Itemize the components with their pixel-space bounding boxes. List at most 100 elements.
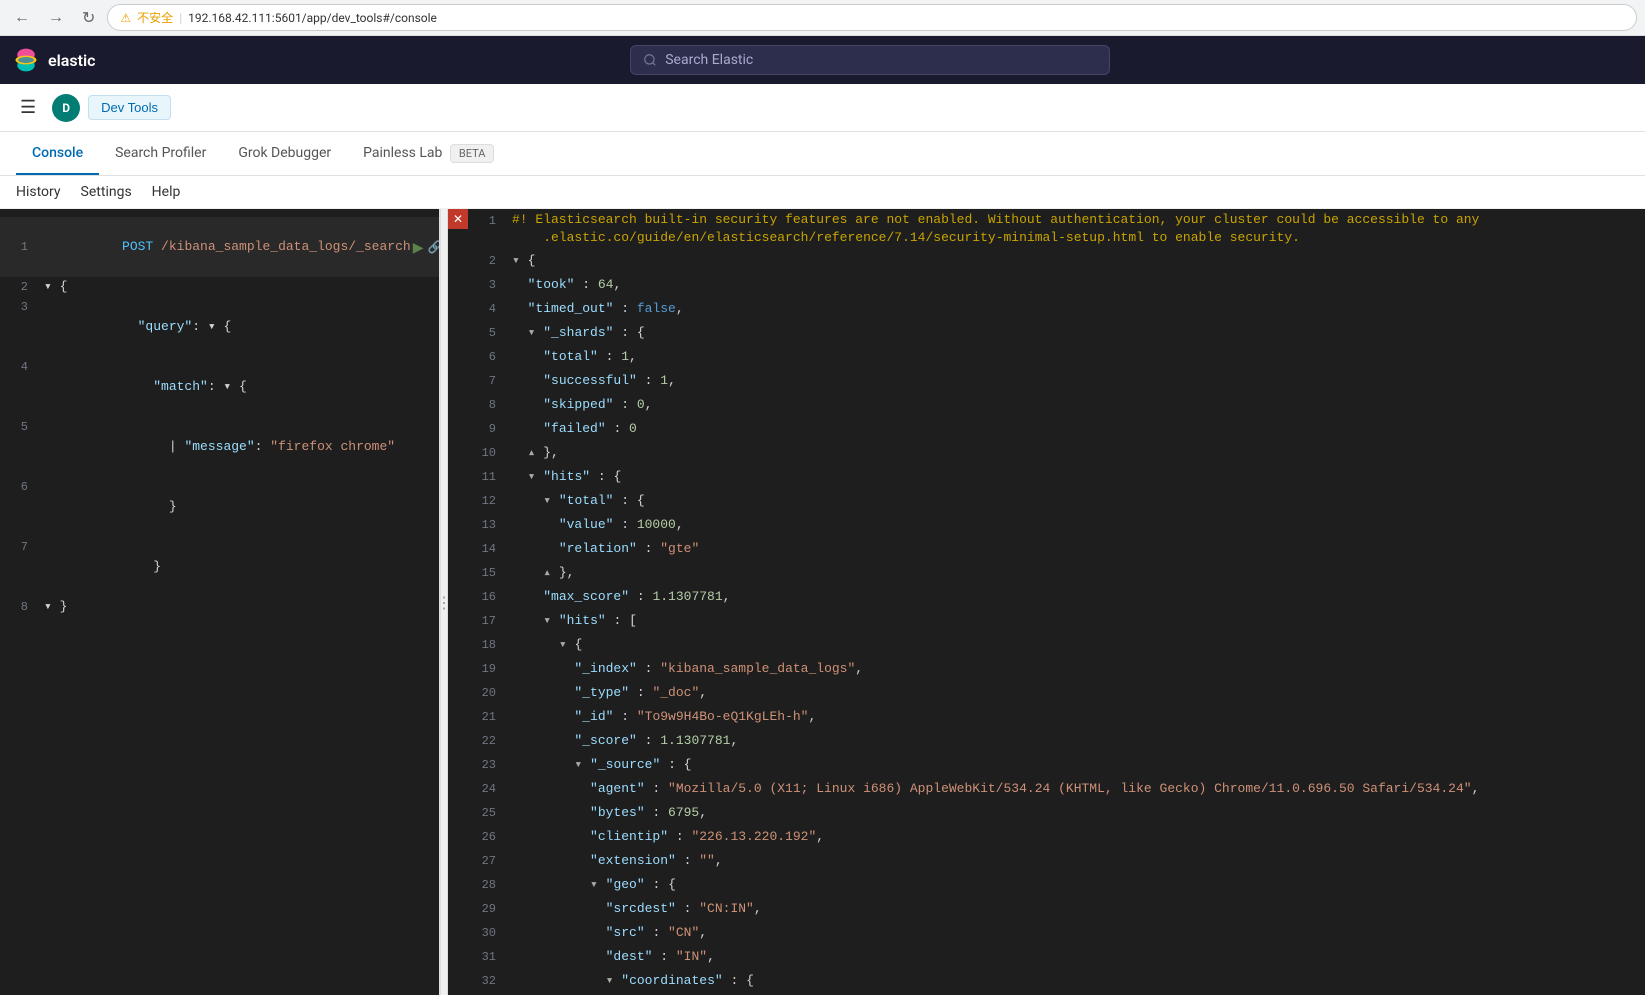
code-editor[interactable]: 1 POST /kibana_sample_data_logs/_search … [0, 209, 439, 995]
output-line-1: 1 #! Elasticsearch built-in security fea… [468, 209, 1645, 249]
line-number-3: 3 [0, 297, 36, 357]
history-action[interactable]: History [16, 184, 61, 200]
output-line-27: 27 "extension" : "", [468, 849, 1645, 873]
line-content-2: ▾ { [36, 277, 67, 297]
line-number-8: 8 [0, 597, 36, 617]
address-bar[interactable]: ⚠ 不安全 | 192.168.42.111:5601/app/dev_tool… [107, 4, 1637, 31]
output-area: 1 #! Elasticsearch built-in security fea… [468, 209, 1645, 995]
global-search-bar[interactable]: Search Elastic [630, 45, 1110, 75]
output-line-18: 18 ▾ { [468, 633, 1645, 657]
output-line-14: 14 "relation" : "gte" [468, 537, 1645, 561]
forward-button[interactable]: → [42, 7, 70, 29]
output-line-29: 29 "srcdest" : "CN:IN", [468, 897, 1645, 921]
elastic-logo-text: elastic [48, 51, 95, 70]
search-placeholder: Search Elastic [665, 52, 753, 68]
refresh-button[interactable]: ↻ [76, 6, 101, 30]
output-line-25: 25 "bytes" : 6795, [468, 801, 1645, 825]
line-content-4: "match": ▾ { [36, 357, 247, 417]
output-header: ✕ 1 #! Elasticsearch built-in security f… [448, 209, 1645, 995]
browser-chrome: ← → ↻ ⚠ 不安全 | 192.168.42.111:5601/app/de… [0, 0, 1645, 36]
elastic-logo-icon [12, 46, 40, 74]
output-line-8: 8 "skipped" : 0, [468, 393, 1645, 417]
line-number-6: 6 [0, 477, 36, 537]
security-icon: ⚠ [120, 11, 131, 25]
output-line-4: 4 "timed_out" : false, [468, 297, 1645, 321]
kibana-header: ☰ D Dev Tools [0, 84, 1645, 132]
user-avatar[interactable]: D [52, 94, 80, 122]
line-content-7: } [36, 537, 161, 597]
beta-badge: BETA [450, 144, 495, 163]
search-icon [643, 53, 657, 67]
output-line-22: 22 "_score" : 1.1307781, [468, 729, 1645, 753]
right-panel-output[interactable]: ✕ 1 #! Elasticsearch built-in security f… [448, 209, 1645, 995]
line-content-6: } [36, 477, 177, 537]
tab-console[interactable]: Console [16, 133, 99, 175]
help-action[interactable]: Help [152, 184, 181, 200]
output-line-9: 9 "failed" : 0 [468, 417, 1645, 441]
line-number-1: 1 [0, 237, 36, 257]
run-button[interactable]: ▶ [411, 239, 426, 256]
editor-line-4: 4 "match": ▾ { [0, 357, 439, 417]
output-line-17: 17 ▾ "hits" : [ [468, 609, 1645, 633]
output-line-16: 16 "max_score" : 1.1307781, [468, 585, 1645, 609]
output-line-10: 10 ▴ }, [468, 441, 1645, 465]
output-line-32: 32 ▾ "coordinates" : { [468, 969, 1645, 993]
output-line-30: 30 "src" : "CN", [468, 921, 1645, 945]
main-content: 1 POST /kibana_sample_data_logs/_search … [0, 209, 1645, 995]
separator: | [179, 11, 182, 25]
output-line-15: 15 ▴ }, [468, 561, 1645, 585]
dev-tools-button[interactable]: Dev Tools [88, 95, 171, 120]
editor-line-1: 1 POST /kibana_sample_data_logs/_search … [0, 217, 439, 277]
output-line-11: 11 ▾ "hits" : { [468, 465, 1645, 489]
editor-line-6: 6 } [0, 477, 439, 537]
line-content-8: ▾ } [36, 597, 67, 617]
close-output-button[interactable]: ✕ [448, 209, 468, 229]
output-line-24: 24 "agent" : "Mozilla/5.0 (X11; Linux i6… [468, 777, 1645, 801]
line-number-7: 7 [0, 537, 36, 597]
output-line-31: 31 "dest" : "IN", [468, 945, 1645, 969]
line-content-3: "query": ▾ { [36, 297, 231, 357]
output-line-6: 6 "total" : 1, [468, 345, 1645, 369]
editor-line-8: 8 ▾ } [0, 597, 439, 617]
search-bar-wrapper: Search Elastic [107, 45, 1633, 75]
line-number-2: 2 [0, 277, 36, 297]
output-line-33: 33 "lat" : 39.16620778, [468, 993, 1645, 995]
output-line-20: 20 "_type" : "_doc", [468, 681, 1645, 705]
output-line-23: 23 ▾ "_source" : { [468, 753, 1645, 777]
address-text: 192.168.42.111:5601/app/dev_tools#/conso… [188, 11, 437, 25]
editor-line-7: 7 } [0, 537, 439, 597]
security-label: 不安全 [137, 9, 173, 26]
tabs-bar: Console Search Profiler Grok Debugger Pa… [0, 132, 1645, 176]
line-number-5: 5 [0, 417, 36, 477]
editor-line-2: 2 ▾ { [0, 277, 439, 297]
editor-line-3: 3 "query": ▾ { [0, 297, 439, 357]
left-panel-editor: 1 POST /kibana_sample_data_logs/_search … [0, 209, 440, 995]
tab-painless-lab[interactable]: Painless Lab BETA [347, 133, 510, 175]
panel-divider[interactable]: ⋮ [440, 209, 448, 995]
output-line-28: 28 ▾ "geo" : { [468, 873, 1645, 897]
output-line-21: 21 "_id" : "To9w9H4Bo-eQ1KgLEh-h", [468, 705, 1645, 729]
line-number-4: 4 [0, 357, 36, 417]
output-line-13: 13 "value" : 10000, [468, 513, 1645, 537]
elastic-top-bar: elastic Search Elastic [0, 36, 1645, 84]
elastic-logo[interactable]: elastic [12, 46, 95, 74]
copy-as-curl-button[interactable]: 🔗 [425, 240, 439, 254]
output-line-2: 2 ▾ { [468, 249, 1645, 273]
hamburger-menu-button[interactable]: ☰ [12, 93, 44, 122]
output-line-12: 12 ▾ "total" : { [468, 489, 1645, 513]
line-content-5: | "message": "firefox chrome" [36, 417, 395, 477]
settings-action[interactable]: Settings [81, 184, 132, 200]
output-line-5: 5 ▾ "_shards" : { [468, 321, 1645, 345]
output-line-19: 19 "_index" : "kibana_sample_data_logs", [468, 657, 1645, 681]
line-content-1: POST /kibana_sample_data_logs/_search [36, 217, 411, 277]
action-bar: History Settings Help [0, 176, 1645, 209]
output-line-7: 7 "successful" : 1, [468, 369, 1645, 393]
editor-line-5: 5 | "message": "firefox chrome" [0, 417, 439, 477]
output-line-26: 26 "clientip" : "226.13.220.192", [468, 825, 1645, 849]
back-button[interactable]: ← [8, 7, 36, 29]
tab-search-profiler[interactable]: Search Profiler [99, 133, 222, 175]
tab-grok-debugger[interactable]: Grok Debugger [222, 133, 347, 175]
output-warning-text: #! Elasticsearch built-in security featu… [504, 211, 1479, 247]
output-line-num-1: 1 [468, 211, 504, 231]
output-line-3: 3 "took" : 64, [468, 273, 1645, 297]
